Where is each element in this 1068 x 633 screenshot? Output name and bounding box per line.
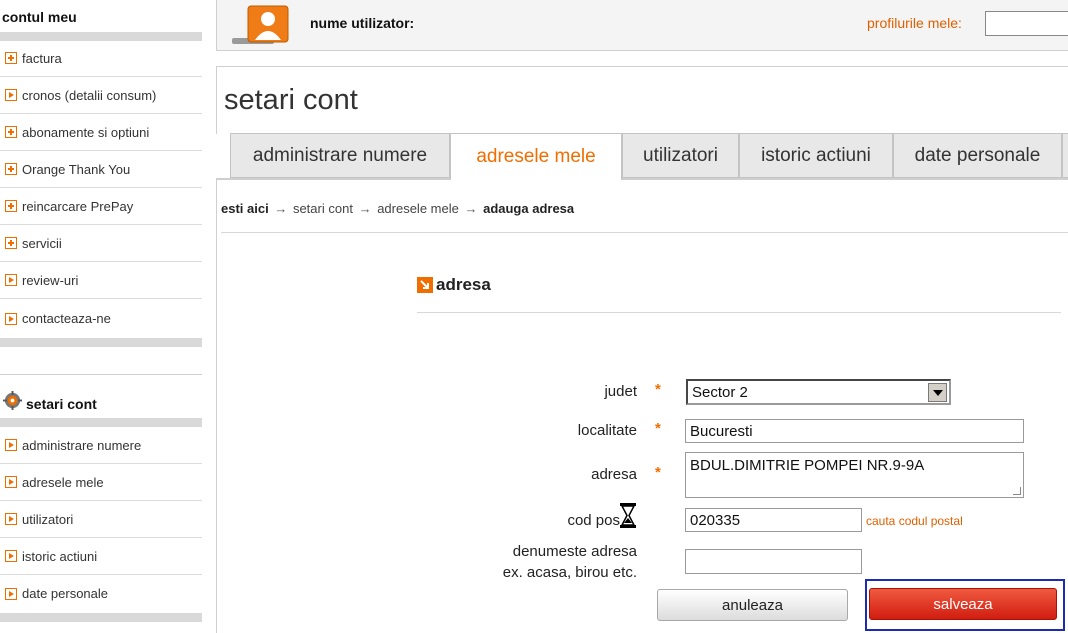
sidebar-item-label: administrare numere: [22, 437, 142, 453]
section-divider: [417, 312, 1061, 313]
cod-postal-label: cod pos: [567, 512, 620, 529]
sidebar-item-administrare-numere[interactable]: administrare numere: [0, 427, 202, 464]
tab-more[interactable]: [1062, 133, 1068, 178]
user-header: nume utilizator: profilurile mele:: [216, 0, 1068, 51]
arrow-box-icon: [5, 89, 17, 101]
gear-icon: [3, 391, 22, 410]
arrow-box-icon: [5, 312, 17, 325]
plus-box-icon: [5, 163, 17, 175]
judet-label: judet: [604, 383, 637, 400]
judet-select[interactable]: Sector 2: [686, 379, 951, 405]
arrow-box-icon: [5, 513, 17, 525]
sidebar-item-date-personale[interactable]: date personale: [0, 575, 202, 612]
sidebar-item-label: date personale: [22, 586, 109, 601]
section-arrow-icon: [417, 277, 433, 293]
breadcrumb-setari-cont[interactable]: setari cont: [293, 201, 353, 216]
sidebar-item-review-uri[interactable]: review-uri: [0, 262, 202, 299]
breadcrumb-here: esti aici: [221, 201, 269, 216]
tab-date-personale[interactable]: date personale: [893, 133, 1062, 178]
chevron-down-icon[interactable]: [928, 383, 947, 402]
sidebar-settings-title: setari cont: [26, 396, 97, 412]
sidebar-item-label: Orange Thank You: [22, 161, 131, 177]
tab-administrare-numere[interactable]: administrare numere: [230, 133, 450, 178]
sidebar-item-label: factura: [22, 50, 62, 66]
adresa-textarea[interactable]: BDUL.DIMITRIE POMPEI NR.9-9A: [685, 452, 1024, 498]
page-title: setari cont: [224, 84, 358, 116]
sidebar-account-title: contul meu: [2, 9, 77, 25]
cod-postal-input[interactable]: 020335: [685, 508, 862, 532]
sidebar-item-orange-thank-you[interactable]: Orange Thank You: [0, 151, 202, 188]
postal-code-lookup-link[interactable]: cauta codul postal: [866, 514, 963, 528]
sidebar-item-servicii[interactable]: servicii: [0, 225, 202, 262]
tab-istoric-actiuni[interactable]: istoric actiuni: [739, 133, 893, 178]
sidebar-item-cronos[interactable]: cronos (detalii consum): [0, 77, 202, 114]
localitate-label: localitate: [577, 422, 637, 439]
plus-box-icon: [5, 200, 17, 212]
sidebar-item-label: abonamente si optiuni: [22, 124, 150, 140]
arrow-box-icon: [5, 439, 17, 451]
denumire-hint: ex. acasa, birou etc.: [502, 564, 637, 581]
breadcrumb: esti aici → setari cont → adresele mele …: [221, 201, 574, 216]
sidebar-item-adresele-mele[interactable]: adresele mele: [0, 464, 202, 501]
profiles-select[interactable]: [985, 11, 1068, 36]
sidebar-item-label: contacteaza-ne: [22, 311, 111, 326]
sidebar-item-label: adresele mele: [22, 474, 104, 490]
plus-box-icon: [5, 237, 17, 249]
sidebar-item-label: reincarcare PrePay: [22, 198, 134, 214]
breadcrumb-divider: [221, 232, 1068, 233]
username-label: nume utilizator:: [310, 15, 415, 31]
arrow-box-icon: [5, 274, 17, 286]
sidebar-divider: [0, 418, 202, 427]
sidebar-item-label: utilizatori: [22, 511, 74, 527]
plus-box-icon: [5, 126, 17, 138]
sidebar-divider: [0, 374, 202, 375]
sidebar-item-label: cronos (detalii consum): [22, 87, 157, 103]
localitate-input[interactable]: Bucuresti: [685, 419, 1024, 443]
sidebar-item-factura[interactable]: factura: [0, 40, 202, 77]
denumire-input[interactable]: [685, 549, 862, 574]
breadcrumb-adresele-mele[interactable]: adresele mele: [377, 201, 459, 216]
adresa-label: adresa: [591, 466, 637, 483]
settings-tabs: administrare numere adresele mele utiliz…: [216, 133, 1068, 180]
profiles-label: profilurile mele:: [867, 15, 962, 31]
judet-select-value: Sector 2: [692, 383, 748, 401]
user-avatar-icon: [232, 5, 289, 44]
save-button[interactable]: salveaza: [869, 588, 1057, 620]
required-mark: *: [655, 420, 661, 437]
sidebar-divider: [0, 338, 202, 347]
sidebar: contul meu factura cronos (detalii consu…: [0, 0, 203, 633]
arrow-box-icon: [5, 550, 17, 562]
arrow-box-icon: [5, 476, 17, 488]
sidebar-divider: [0, 613, 202, 622]
required-mark: *: [655, 381, 661, 398]
tab-adresele-mele[interactable]: adresele mele: [450, 133, 622, 180]
tabs-baseline: [216, 178, 1068, 180]
cancel-button[interactable]: anuleaza: [657, 589, 848, 621]
plus-box-icon: [5, 52, 17, 64]
sidebar-item-label: servicii: [22, 235, 62, 251]
sidebar-item-abonamente[interactable]: abonamente si optiuni: [0, 114, 202, 151]
breadcrumb-arrow-icon: →: [464, 201, 478, 216]
hourglass-cursor-icon: [620, 503, 636, 528]
breadcrumb-arrow-icon: →: [358, 201, 372, 216]
adresa-textarea-value: BDUL.DIMITRIE POMPEI NR.9-9A: [690, 457, 925, 474]
sidebar-item-label: review-uri: [22, 272, 79, 288]
breadcrumb-current: adauga adresa: [483, 201, 575, 216]
username-value: [431, 15, 435, 31]
sidebar-item-reincarcare[interactable]: reincarcare PrePay: [0, 188, 202, 225]
content-frame-border: [216, 180, 217, 633]
required-mark: *: [655, 464, 661, 481]
breadcrumb-arrow-icon: →: [274, 201, 288, 216]
tab-utilizatori[interactable]: utilizatori: [622, 133, 739, 178]
sidebar-item-utilizatori[interactable]: utilizatori: [0, 501, 202, 538]
section-title: adresa: [436, 275, 491, 294]
page-title-box: setari cont: [216, 66, 1068, 134]
sidebar-item-label: istoric actiuni: [22, 548, 98, 564]
denumire-label: denumeste adresa: [512, 543, 637, 560]
arrow-box-icon: [5, 587, 17, 600]
sidebar-item-contacteaza[interactable]: contacteaza-ne: [0, 300, 202, 337]
resize-grip-icon[interactable]: [1013, 487, 1021, 495]
sidebar-item-istoric-actiuni[interactable]: istoric actiuni: [0, 538, 202, 575]
